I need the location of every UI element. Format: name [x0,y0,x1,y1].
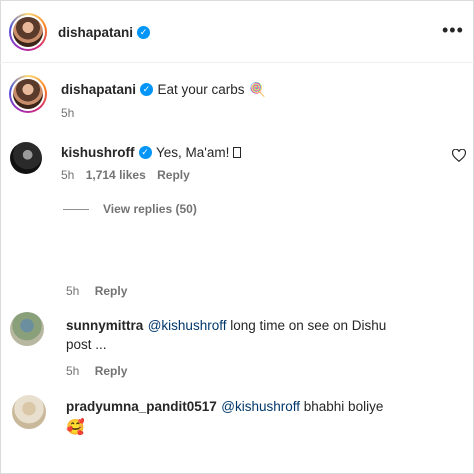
reply-button[interactable]: Reply [157,168,190,182]
view-replies-button[interactable]: View replies (50) [103,202,197,216]
header-avatar[interactable] [9,13,47,51]
comment-time: 5h [61,168,75,182]
verified-badge-icon: ✓ [137,26,151,40]
commenter-avatar[interactable] [10,312,44,346]
header-divider [0,62,474,63]
comment-username[interactable]: pradyumna_pandit0517 [66,399,217,414]
header-user: dishapatani ✓ [58,24,151,42]
comment-meta: 5h 1,714 likes Reply [61,168,190,182]
comment-time: 5h [66,364,80,378]
comment-meta: 5h Reply [66,284,127,298]
missing-glyph-icon [233,147,242,158]
mention-link[interactable]: @kishushroff [221,399,300,414]
verified-badge-icon: ✓ [140,83,154,97]
caption-time: 5h [61,106,75,120]
comment-text: bhabhi boliye [300,399,384,414]
mention-link[interactable]: @kishushroff [148,318,227,333]
reply-button[interactable]: Reply [95,284,128,298]
smiling-hearts-emoji: 🥰 [66,419,85,436]
heart-outline-icon[interactable] [451,148,467,163]
comment-line: pradyumna_pandit0517 @kishushroff bhabhi… [66,398,383,416]
comment-text: Yes, Ma'am! [155,145,234,160]
caption-line: dishapatani ✓ Eat your carbs 🍭 [61,81,266,99]
reply-button[interactable]: Reply [95,364,128,378]
more-horizontal-icon[interactable]: ••• [442,20,464,41]
comment-line: kishushroff ✓ Yes, Ma'am! [61,144,242,162]
verified-badge-icon: ✓ [138,146,152,160]
comment-meta: 5h Reply [66,364,127,378]
caption-username[interactable]: dishapatani [61,82,136,97]
header-username[interactable]: dishapatani [58,25,133,40]
commenter-avatar[interactable] [12,395,46,429]
comment-line: sunnymittra @kishushroff long time on se… [66,317,386,335]
comment-time: 5h [66,284,80,298]
caption-text: Eat your carbs [157,82,245,97]
comment-text: long time on see on Dishu [226,318,387,333]
comment-username[interactable]: sunnymittra [66,318,143,333]
replies-line [63,209,89,210]
comment-likes[interactable]: 1,714 likes [86,168,146,182]
comment-text-continued: post ... [66,337,107,352]
lollipop-emoji: 🍭 [248,82,266,97]
caption-avatar[interactable] [9,75,47,113]
commenter-avatar[interactable] [10,142,42,174]
comment-username[interactable]: kishushroff [61,145,135,160]
